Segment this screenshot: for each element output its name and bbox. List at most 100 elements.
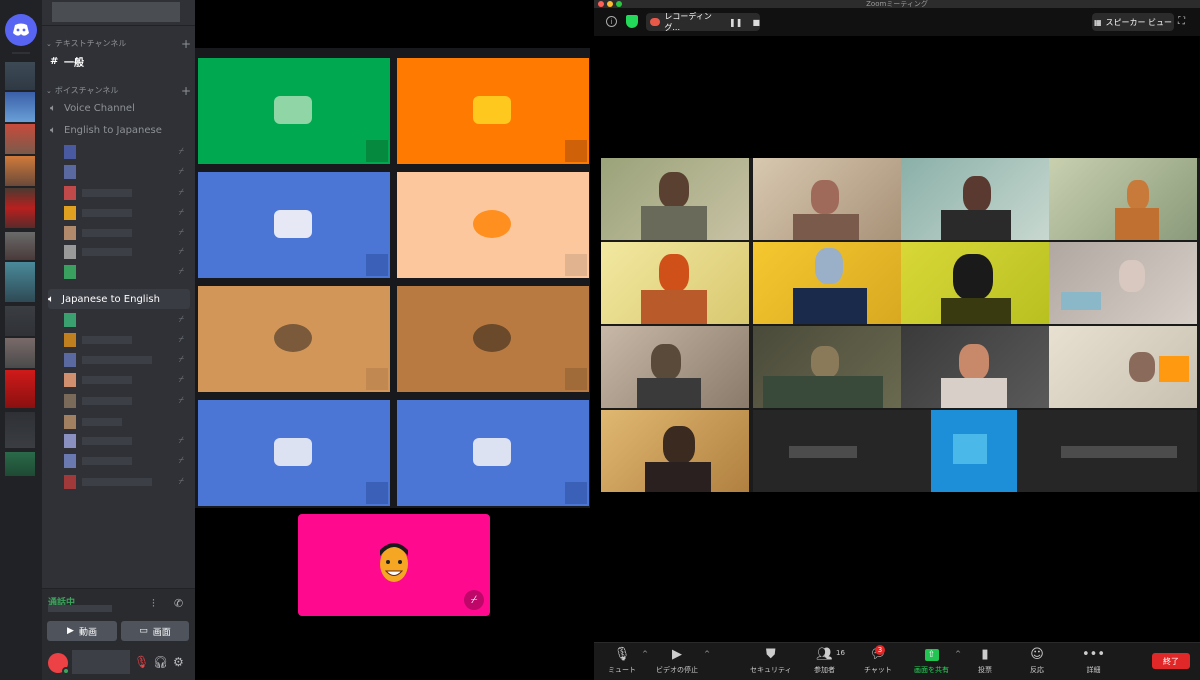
muted-icon: ⌿ (178, 208, 184, 218)
participant-name-only[interactable] (753, 410, 901, 492)
zoom-titlebar: Zoomミーティング (594, 0, 1200, 8)
voice-user[interactable]: ⌿ (64, 205, 184, 221)
voice-user[interactable]: ⌿ (64, 312, 184, 328)
participant-video[interactable] (753, 158, 901, 240)
video-button[interactable]: ▶ 動画 (47, 621, 117, 641)
participant-tile[interactable] (198, 400, 390, 506)
voice-user[interactable]: ⌿ (64, 164, 184, 180)
server-icon[interactable] (5, 452, 35, 476)
participant-video[interactable] (1049, 158, 1197, 240)
participant-video[interactable] (601, 410, 749, 492)
participant-tile[interactable] (397, 172, 589, 278)
server-icon[interactable] (5, 370, 35, 408)
view-switch-button[interactable]: ▦ スピーカー ビュー (1092, 13, 1174, 31)
username[interactable] (72, 650, 130, 674)
participant-video[interactable] (753, 242, 901, 324)
participant-tile[interactable] (397, 286, 589, 392)
server-icon[interactable] (5, 412, 35, 448)
fullscreen-icon[interactable]: ⛶ (1178, 16, 1185, 27)
mic-muted-icon[interactable]: ⌿ (464, 590, 484, 610)
voice-user[interactable]: ⌿ (64, 332, 184, 348)
participant-video[interactable] (601, 158, 749, 240)
voice-user[interactable]: ⌿ (64, 393, 184, 409)
info-icon[interactable]: i (606, 16, 617, 27)
server-icon[interactable] (5, 306, 35, 336)
discord-home-icon[interactable] (5, 14, 37, 46)
recording-indicator[interactable]: レコーディング... ❚❚ ■ (646, 12, 760, 32)
voice-user[interactable]: ⌿ (64, 264, 184, 280)
chat-button[interactable]: 💬︎ 3 チャット (864, 645, 892, 675)
participant-tile[interactable] (198, 58, 390, 164)
participant-video[interactable] (901, 326, 1049, 408)
participant-tile[interactable] (198, 286, 390, 392)
cloud-record-icon (650, 18, 661, 26)
voice-user[interactable]: ⌿ (64, 244, 184, 260)
gear-icon[interactable]: ⚙ (173, 655, 184, 669)
server-icon[interactable] (5, 62, 35, 90)
server-icon[interactable] (5, 232, 35, 260)
end-meeting-button[interactable]: 終了 (1152, 653, 1190, 669)
text-channel-general[interactable]: # 一般 (50, 52, 190, 70)
voice-user[interactable]: ⌿ (64, 474, 184, 490)
voice-channel-2[interactable]: 🔈︎ English to Japanese (50, 121, 190, 139)
chevron-up-icon[interactable]: ^ (642, 650, 648, 658)
polls-button[interactable]: ▮ 投票 (978, 647, 992, 675)
voice-user[interactable]: ⌿ (64, 433, 184, 449)
disconnect-icon[interactable]: ✆ (174, 597, 183, 610)
voice-user[interactable]: ⌿ (64, 185, 184, 201)
server-icon[interactable] (5, 188, 35, 228)
voice-channel-1[interactable]: 🔈︎ Voice Channel (50, 99, 190, 117)
pause-icon[interactable]: ❚❚ (729, 18, 742, 27)
shield-icon[interactable] (626, 15, 638, 28)
headphones-icon[interactable]: 🎧︎ (153, 655, 168, 669)
server-icon[interactable] (5, 156, 35, 186)
participant-video[interactable] (601, 326, 749, 408)
voice-user[interactable]: ⌿ (64, 144, 184, 160)
server-icon[interactable] (5, 262, 35, 302)
voice-category-header[interactable]: ⌄ ボイスチャンネル + (46, 85, 191, 97)
voice-user[interactable]: ⌿ (64, 225, 184, 241)
chevron-up-icon[interactable]: ^ (704, 650, 710, 658)
voice-user[interactable] (64, 414, 184, 430)
screen-share-button[interactable]: ▭ 画面 (121, 621, 189, 641)
participant-tile[interactable] (397, 400, 589, 506)
video-camera-icon: ▶︎ (672, 647, 682, 662)
mic-muted-icon[interactable]: 🎙︎ (134, 655, 149, 669)
voice-user[interactable]: ⌿ (64, 372, 184, 388)
participant-name-only[interactable] (1049, 410, 1197, 492)
participant-video[interactable] (753, 326, 901, 408)
add-channel-icon[interactable]: + (181, 85, 191, 97)
mute-label: ミュート (608, 666, 636, 674)
stop-icon[interactable]: ■ (752, 18, 760, 27)
mute-button[interactable]: 🎙︎ ミュート ^ (608, 647, 648, 675)
screen-button-label: 画面 (152, 627, 171, 638)
voice-user[interactable]: ⌿ (64, 352, 184, 368)
participant-tile[interactable] (198, 172, 390, 278)
video-button[interactable]: ▶︎ ビデオの停止 ^ (656, 647, 710, 675)
participant-avatar-tile[interactable] (901, 410, 1049, 492)
participant-video[interactable] (901, 242, 1049, 324)
server-icon[interactable] (5, 124, 35, 154)
more-label: 詳細 (1086, 666, 1101, 674)
chevron-up-icon[interactable]: ^ (955, 650, 961, 658)
participants-button[interactable]: 👥︎ 16 参加者 (814, 647, 845, 675)
participant-video[interactable] (601, 242, 749, 324)
participant-video[interactable] (901, 158, 1049, 240)
text-category-header[interactable]: ⌄ テキストチャンネル + (46, 38, 191, 50)
server-icon[interactable] (5, 338, 35, 368)
reactions-button[interactable]: ☺ 反応 (1030, 647, 1044, 675)
server-icon[interactable] (5, 92, 35, 122)
share-screen-button[interactable]: ⇧ 画面を共有 ^ (914, 647, 961, 675)
security-button[interactable]: ⛊ セキュリティ (750, 647, 792, 675)
voice-user[interactable]: ⌿ (64, 453, 184, 469)
self-video-tile[interactable]: ⌿ (298, 514, 490, 616)
muted-icon: ⌿ (178, 375, 184, 385)
noise-suppression-icon[interactable]: ⫶ (152, 597, 155, 611)
participant-video[interactable] (1049, 326, 1197, 408)
server-name[interactable] (52, 2, 180, 22)
more-button[interactable]: ••• 詳細 (1082, 647, 1105, 675)
participant-video[interactable] (1049, 242, 1197, 324)
voice-channel-3[interactable]: 🔈︎ Japanese to English (48, 289, 190, 309)
add-channel-icon[interactable]: + (181, 38, 191, 50)
participant-tile[interactable] (397, 58, 589, 164)
